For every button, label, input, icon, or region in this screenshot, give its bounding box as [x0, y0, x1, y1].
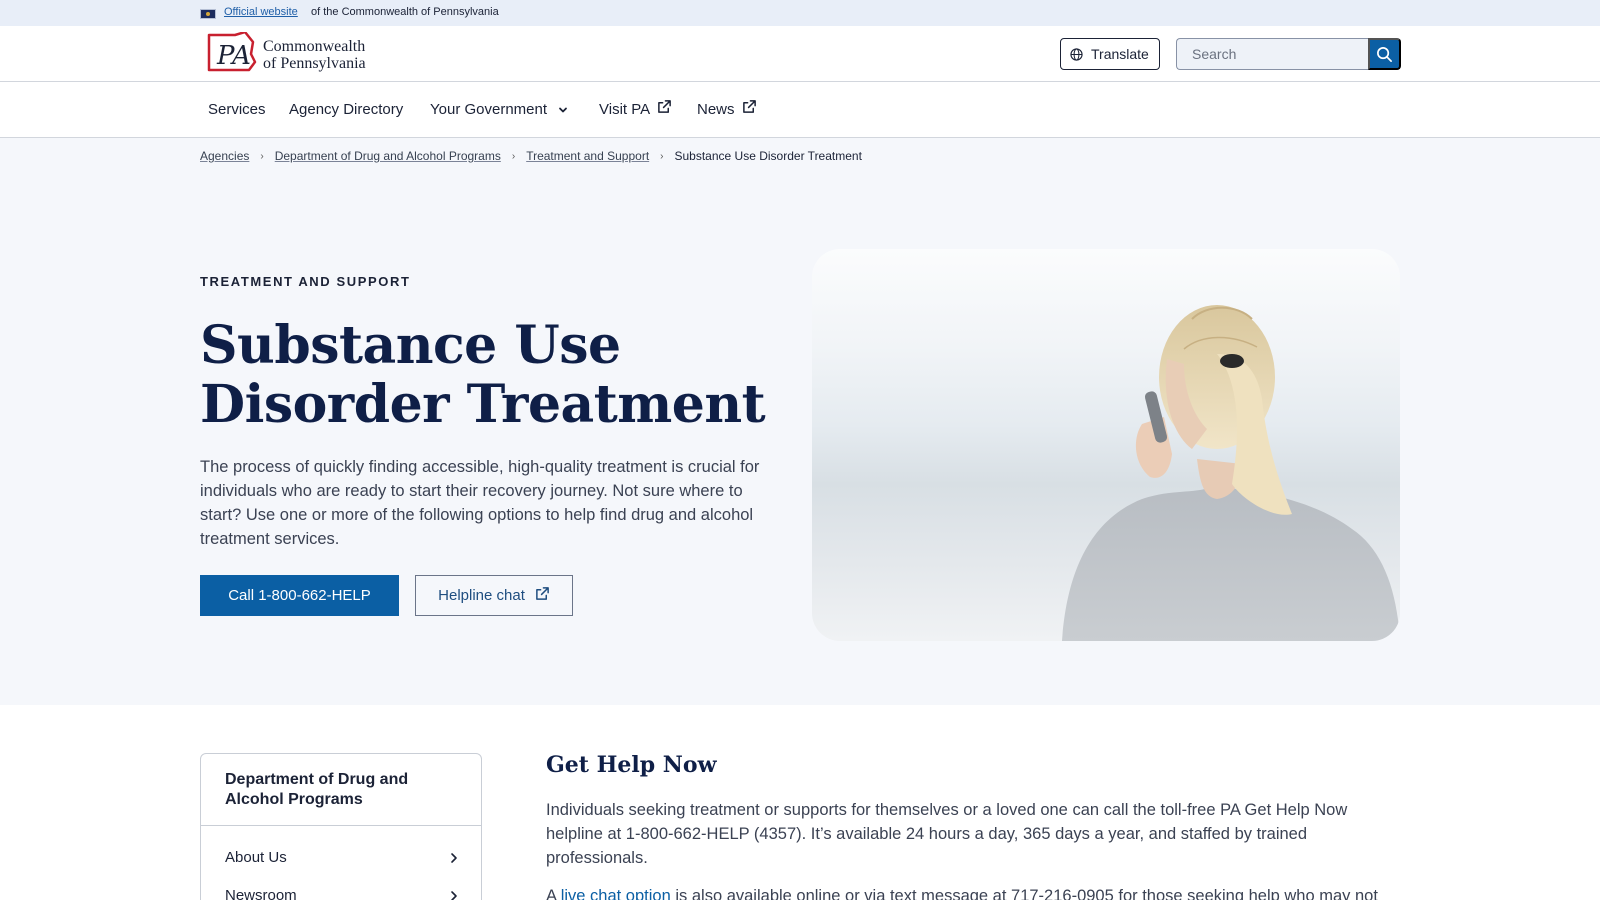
helpline-chat-label: Helpline chat — [438, 587, 525, 604]
hero-image-woman-on-phone — [812, 249, 1400, 641]
search-input[interactable] — [1176, 38, 1369, 70]
sidenav-title: Department of Drug and Alcohol Programs — [225, 771, 409, 808]
breadcrumb-link-treatment-support[interactable]: Treatment and Support — [526, 149, 649, 163]
breadcrumb-link-ddap[interactable]: Department of Drug and Alcohol Programs — [275, 149, 501, 163]
breadcrumb: Agencies › Department of Drug and Alcoho… — [200, 149, 862, 163]
content-paragraph-1: Individuals seeking treatment or support… — [546, 801, 1348, 867]
chevron-right-icon: › — [260, 150, 264, 162]
external-link-icon — [742, 100, 756, 113]
nav-item-agency-directory[interactable]: Agency Directory — [289, 101, 403, 118]
hero-section: Agencies › Department of Drug and Alcoho… — [0, 138, 1600, 705]
translate-button[interactable]: Translate — [1060, 38, 1160, 70]
official-banner: Official website of the Commonwealth of … — [0, 0, 1600, 26]
woman-on-phone-illustration — [1062, 305, 1400, 641]
chevron-right-icon: › — [660, 150, 664, 162]
pa-flag-icon — [200, 9, 216, 19]
chevron-right-icon: › — [511, 150, 516, 162]
pa-keystone-logo-icon: PA — [207, 32, 257, 72]
nav-item-news[interactable]: News — [697, 100, 757, 118]
nav-item-label: News — [697, 101, 735, 118]
official-website-link[interactable]: Official website — [224, 6, 298, 18]
logo-mark-text: PA — [216, 41, 251, 71]
sidenav-item-label: About Us — [225, 849, 287, 866]
sidenav-item-label: Newsroom — [225, 887, 297, 900]
translate-label: Translate — [1091, 46, 1149, 62]
external-link-icon — [535, 587, 549, 600]
nav-item-label: Visit PA — [599, 101, 651, 118]
nav-item-visit-pa[interactable]: Visit PA — [599, 100, 672, 118]
nav-item-services[interactable]: Services — [208, 101, 266, 118]
paragraph-suffix: is also available online or via text mes… — [670, 887, 1378, 900]
helpline-chat-button[interactable]: Helpline chat — [415, 575, 573, 616]
page-title: Substance Use Disorder Treatment — [200, 315, 766, 435]
chevron-right-icon — [451, 852, 457, 863]
main-nav: Services Agency Directory Your Governmen… — [0, 82, 1600, 138]
chevron-down-icon — [559, 107, 567, 112]
logo-line-2: of Pennsylvania — [263, 55, 366, 72]
search-icon — [1377, 46, 1392, 62]
nav-item-label: Your Government — [430, 101, 548, 118]
search-submit-button[interactable] — [1368, 38, 1401, 70]
call-helpline-button[interactable]: Call 1-800-662-HELP — [200, 575, 399, 616]
sidenav-divider — [201, 825, 481, 826]
live-chat-link[interactable]: live chat option — [561, 887, 671, 900]
nav-item-your-government[interactable]: Your Government — [430, 101, 570, 118]
content-paragraph-2: A live chat option is also available onl… — [546, 884, 1406, 900]
hero-description: The process of quickly finding accessibl… — [200, 458, 760, 548]
pa-logo[interactable]: PA Commonwealth of Pennsylvania — [205, 32, 385, 74]
paragraph-prefix: A — [546, 887, 561, 900]
breadcrumb-link-agencies[interactable]: Agencies — [200, 149, 249, 163]
logo-line-1: Commonwealth — [263, 38, 366, 55]
site-header: PA Commonwealth of Pennsylvania Translat… — [0, 26, 1600, 82]
globe-icon — [1070, 47, 1083, 61]
section-title-get-help-now: Get Help Now — [546, 752, 717, 778]
nav-item-label: Agency Directory — [289, 101, 404, 118]
external-link-icon — [658, 100, 672, 113]
nav-item-label: Services — [208, 101, 266, 118]
hero-eyebrow: TREATMENT AND SUPPORT — [200, 274, 411, 289]
official-banner-text: of the Commonwealth of Pennsylvania — [311, 6, 499, 18]
chevron-right-icon — [451, 890, 457, 900]
sidenav-item-newsroom[interactable]: Newsroom — [225, 887, 460, 900]
site-search — [1176, 38, 1401, 70]
sidenav: Department of Drug and Alcohol Programs … — [200, 753, 482, 900]
sidenav-item-about-us[interactable]: About Us — [225, 849, 460, 866]
breadcrumb-current: Substance Use Disorder Treatment — [674, 149, 862, 163]
logo-wordmark: Commonwealth of Pennsylvania — [263, 38, 366, 72]
